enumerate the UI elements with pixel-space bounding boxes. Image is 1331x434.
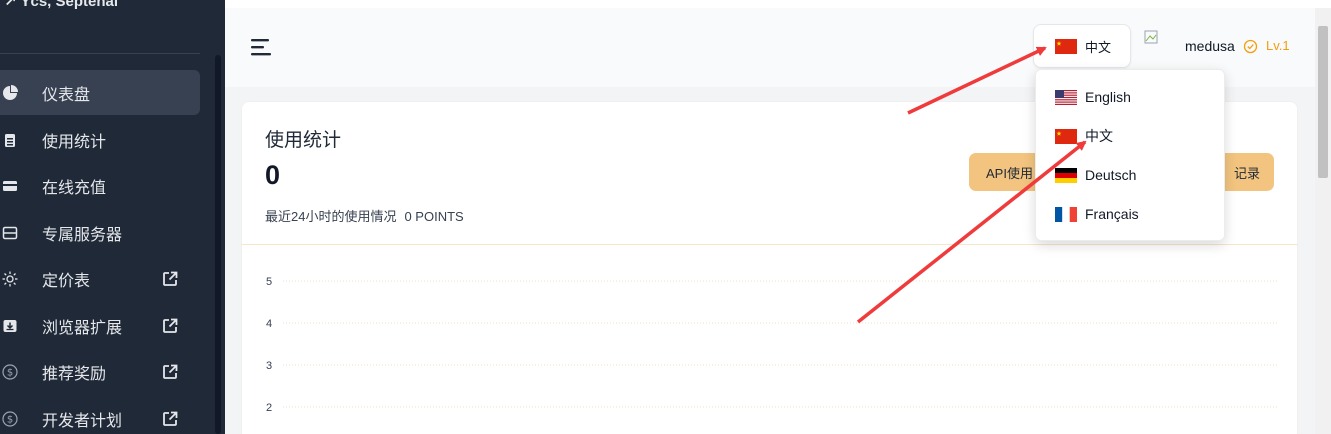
- username[interactable]: medusa: [1185, 38, 1235, 54]
- language-selector[interactable]: 中文: [1033, 24, 1131, 68]
- external-link-icon: [163, 318, 178, 333]
- sidebar-item-dashboard[interactable]: 仪表盘: [0, 70, 200, 115]
- sidebar-scrollbar[interactable]: [215, 55, 221, 434]
- dollar-circle-icon: $: [2, 364, 18, 380]
- language-option-chinese[interactable]: 中文: [1055, 126, 1113, 146]
- china-flag-icon: [1055, 128, 1077, 144]
- sidebar-item-label: 在线充值: [42, 180, 107, 198]
- sidebar-item-label: 使用统计: [42, 133, 107, 151]
- external-link-icon: [163, 411, 178, 426]
- card-title: 使用统计: [265, 130, 342, 151]
- sun-icon: [2, 271, 18, 287]
- scrollbar-thumb[interactable]: [1318, 26, 1328, 178]
- usage-value: 0: [265, 160, 281, 190]
- language-option-english[interactable]: English: [1055, 87, 1131, 107]
- user-level-badge: Lv.1: [1266, 38, 1290, 53]
- language-dropdown: English 中文 Deutsch Français: [1035, 69, 1225, 241]
- chart-y-tick-label: 3: [266, 360, 272, 372]
- sidebar: ↗ Ycs, Septenal 仪表盘 使用统计 在线充值 专属服务器 定价表 …: [0, 0, 225, 434]
- card-divider: [241, 244, 1298, 245]
- germany-flag-icon: [1055, 167, 1077, 183]
- sidebar-item-label: 浏览器扩展: [42, 319, 123, 337]
- sidebar-nav: 仪表盘 使用统计 在线充值 专属服务器 定价表 浏览器扩展 $ 推荐奖励 $ 开…: [0, 70, 200, 434]
- sidebar-item-label: 推荐奖励: [42, 366, 107, 384]
- points-value: 0 POINTS: [404, 209, 464, 224]
- svg-text:$: $: [7, 414, 13, 425]
- chart-y-tick-label: 2: [266, 402, 272, 414]
- language-option-label: Français: [1085, 206, 1139, 222]
- chevron-icon: ↗: [4, 0, 21, 10]
- sidebar-item-label: 专属服务器: [42, 226, 123, 244]
- pie-chart-icon: [3, 84, 18, 100]
- svg-text:$: $: [7, 368, 13, 379]
- china-flag-icon: [1055, 38, 1077, 54]
- sidebar-item-browser-extension[interactable]: 浏览器扩展: [0, 303, 200, 350]
- language-option-french[interactable]: Français: [1055, 204, 1139, 224]
- sidebar-item-dedicated-server[interactable]: 专属服务器: [0, 210, 200, 257]
- clipboard-icon: [5, 133, 15, 147]
- chart-y-tick-label: 4: [266, 318, 272, 330]
- dollar-circle-icon: $: [2, 411, 18, 427]
- france-flag-icon: [1055, 206, 1077, 222]
- sidebar-item-recharge[interactable]: 在线充值: [0, 163, 200, 210]
- sidebar-divider: [0, 53, 200, 54]
- usage-period-label: 最近24小时的使用情况: [265, 209, 397, 224]
- brand-name: ↗ Ycs, Septenal: [4, 0, 118, 10]
- avatar[interactable]: [1144, 30, 1178, 60]
- sidebar-item-pricing[interactable]: 定价表: [0, 256, 200, 303]
- language-label: 中文: [1085, 39, 1112, 55]
- language-option-label: Deutsch: [1085, 167, 1137, 183]
- language-option-label: 中文: [1085, 128, 1113, 144]
- usage-chart: 5 4 3 2: [266, 276, 1279, 414]
- page-scrollbar[interactable]: [1315, 8, 1331, 434]
- language-option-german[interactable]: Deutsch: [1055, 165, 1136, 185]
- credit-card-icon: [3, 181, 17, 192]
- sidebar-item-label: 仪表盘: [42, 86, 91, 104]
- server-icon: [2, 226, 18, 239]
- broken-image-icon: [1144, 30, 1158, 44]
- sidebar-item-label: 定价表: [42, 273, 91, 291]
- sidebar-item-usage[interactable]: 使用统计: [0, 117, 200, 164]
- sidebar-item-developer[interactable]: $ 开发者计划: [0, 396, 200, 434]
- verified-check-icon: [1243, 39, 1258, 54]
- us-flag-icon: [1055, 89, 1077, 105]
- sidebar-item-label: 开发者计划: [42, 412, 123, 430]
- top-strip: [225, 0, 1331, 8]
- sidebar-item-referral[interactable]: $ 推荐奖励: [0, 349, 200, 396]
- menu-icon[interactable]: [251, 37, 273, 57]
- language-option-label: English: [1085, 89, 1131, 105]
- external-link-icon: [163, 271, 178, 287]
- usage-subtitle: 最近24小时的使用情况 0 POINTS: [265, 206, 464, 225]
- download-box-icon: [3, 319, 17, 332]
- external-link-icon: [163, 364, 178, 380]
- chart-y-tick-label: 5: [266, 276, 272, 288]
